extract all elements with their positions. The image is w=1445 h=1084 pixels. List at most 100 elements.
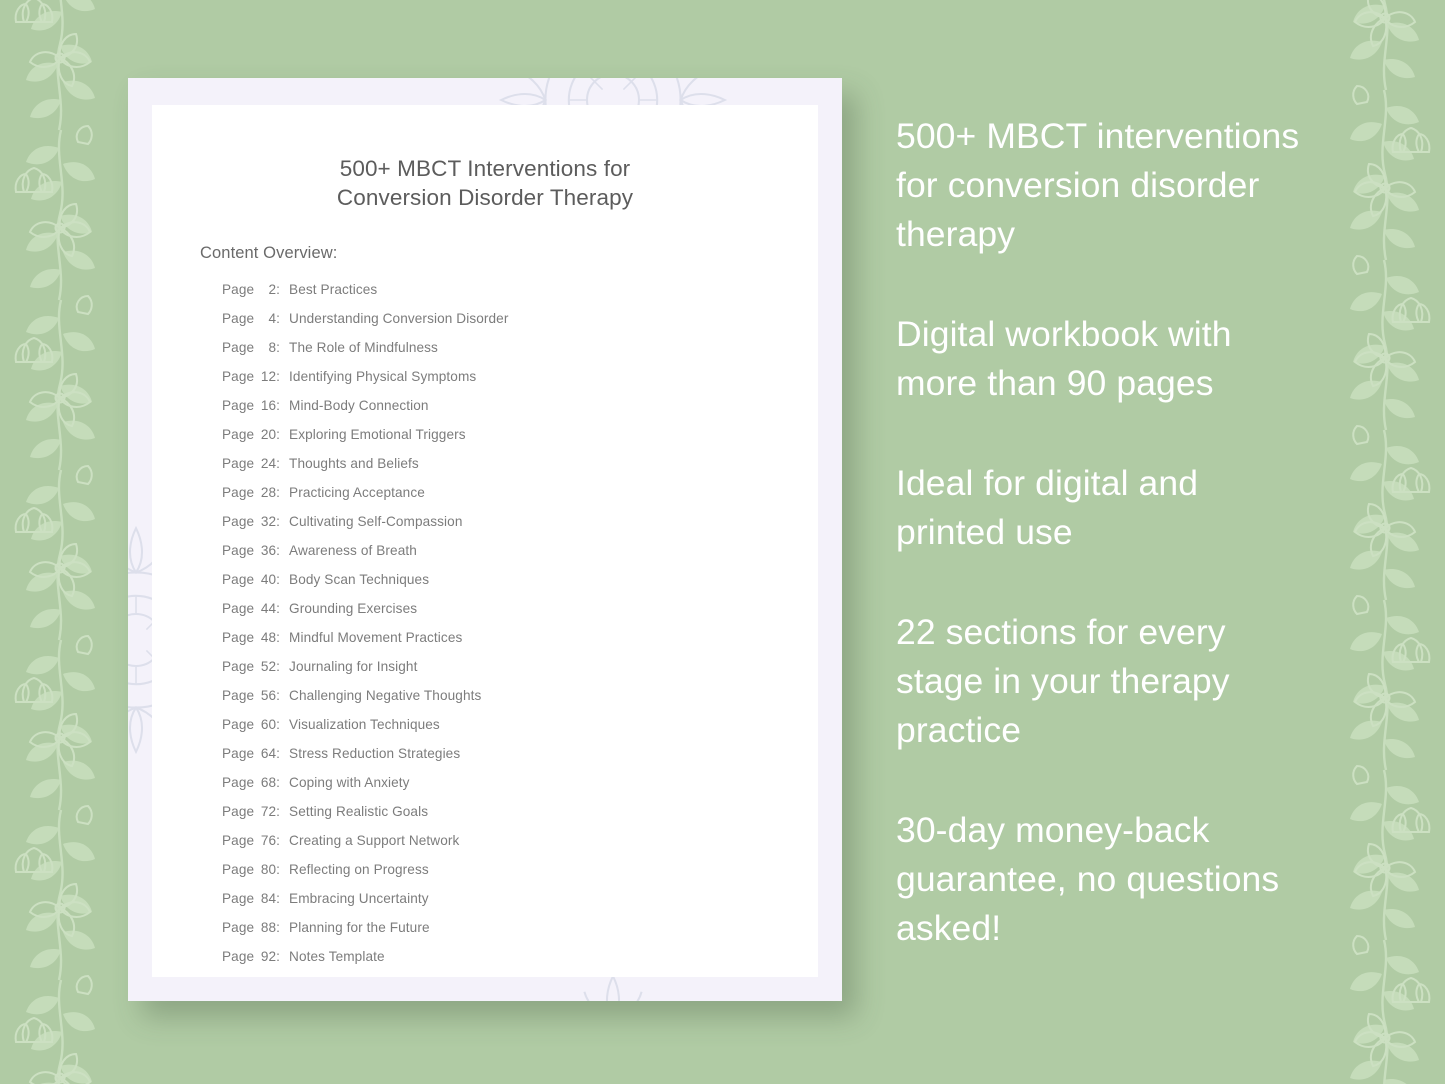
toc-colon: : — [276, 717, 281, 732]
toc-colon: : — [276, 804, 281, 819]
toc-page-number: 36 — [260, 543, 277, 558]
toc-entry: Page 64: Stress Reduction Strategies — [222, 746, 818, 775]
toc-section-title: Journaling for Insight — [289, 659, 418, 674]
toc-section-title: Stress Reduction Strategies — [289, 746, 461, 761]
toc-section-title: The Role of Mindfulness — [289, 340, 438, 355]
toc-entry: Page 32: Cultivating Self-Compassion — [222, 514, 818, 543]
marketing-bullet: 500+ MBCT interventions for conversion d… — [896, 116, 1300, 254]
toc-entry: Page 92: Notes Template — [222, 949, 818, 978]
toc-section-title: Cultivating Self-Compassion — [289, 514, 463, 529]
toc-colon: : — [276, 340, 281, 355]
toc-page-number: 76 — [260, 833, 277, 848]
toc-colon: : — [276, 833, 281, 848]
toc-section-title: Challenging Negative Thoughts — [289, 688, 482, 703]
toc-entry: Page 8: The Role of Mindfulness — [222, 340, 818, 369]
toc-page-word: Page — [222, 572, 255, 587]
toc-colon: : — [276, 746, 281, 761]
marketing-bullet: Digital workbook with more than 90 pages — [896, 314, 1232, 403]
toc-page-number: 72 — [260, 804, 277, 819]
toc-page-word: Page — [222, 688, 255, 703]
toc-page-number: 88 — [260, 920, 277, 935]
poster-canvas: 500+ MBCT Interventions for Conversion D… — [0, 0, 1445, 1084]
marketing-bullet: 30-day money-back guarantee, no question… — [896, 810, 1280, 948]
toc-entry: Page 28: Practicing Acceptance — [222, 485, 818, 514]
toc-page-number: 68 — [260, 775, 277, 790]
toc-page-number: 60 — [260, 717, 277, 732]
toc-section-title: Body Scan Techniques — [289, 572, 430, 587]
toc-section-title: Identifying Physical Symptoms — [289, 369, 477, 384]
page-title: 500+ MBCT Interventions for Conversion D… — [152, 105, 818, 212]
toc-entry: Page 80: Reflecting on Progress — [222, 862, 818, 891]
toc-section-title: Setting Realistic Goals — [289, 804, 429, 819]
toc-page-number: 24 — [260, 456, 277, 471]
toc-page-word: Page — [222, 369, 255, 384]
toc-page-word: Page — [222, 630, 255, 645]
toc-entry: Page 84: Embracing Uncertainty — [222, 891, 818, 920]
toc-page-number: 2 — [268, 282, 277, 297]
toc-colon: : — [276, 949, 281, 964]
toc-colon: : — [276, 485, 281, 500]
toc-entry: Page 48: Mindful Movement Practices — [222, 630, 818, 659]
toc-page-word: Page — [222, 949, 255, 964]
toc-page-number: 32 — [260, 514, 277, 529]
toc-colon: : — [276, 311, 281, 326]
toc-entry: Page 20: Exploring Emotional Triggers — [222, 427, 818, 456]
toc-colon: : — [276, 891, 281, 906]
toc-entry: Page 40: Body Scan Techniques — [222, 572, 818, 601]
toc-page-word: Page — [222, 833, 255, 848]
toc-entry: Page 60: Visualization Techniques — [222, 717, 818, 746]
toc-page-number: 64 — [260, 746, 277, 761]
workbook-page: 500+ MBCT Interventions for Conversion D… — [152, 105, 818, 977]
toc-page-number: 44 — [260, 601, 277, 616]
workbook-preview-card: 500+ MBCT Interventions for Conversion D… — [128, 78, 842, 1001]
toc-section-title: Mindful Movement Practices — [289, 630, 463, 645]
content-overview-label: Content Overview: — [200, 244, 338, 262]
toc-page-number: 48 — [260, 630, 277, 645]
toc-colon: : — [276, 282, 281, 297]
toc-page-number: 20 — [260, 427, 277, 442]
toc-page-word: Page — [222, 311, 255, 326]
page-title-line-2: Conversion Disorder Therapy — [336, 185, 634, 210]
floral-vine-right-decoration — [1348, 0, 1431, 1084]
toc-page-word: Page — [222, 456, 255, 471]
toc-page-number: 52 — [260, 659, 277, 674]
toc-page-word: Page — [222, 659, 255, 674]
toc-section-title: Coping with Anxiety — [289, 775, 410, 790]
toc-colon: : — [276, 456, 281, 471]
toc-page-word: Page — [222, 717, 255, 732]
toc-section-title: Practicing Acceptance — [289, 485, 425, 500]
table-of-contents: Page 2: Best Practices Page 4: Understanding … — [152, 263, 818, 978]
toc-entry: Page 36: Awareness of Breath — [222, 543, 818, 572]
toc-colon: : — [276, 630, 281, 645]
toc-page-word: Page — [222, 398, 255, 413]
toc-page-word: Page — [222, 543, 255, 558]
toc-page-word: Page — [222, 746, 255, 761]
toc-page-number: 28 — [260, 485, 277, 500]
toc-page-number: 12 — [260, 369, 277, 384]
toc-page-word: Page — [222, 340, 255, 355]
toc-section-title: Grounding Exercises — [289, 601, 418, 616]
toc-page-number: 56 — [260, 688, 277, 703]
toc-entry: Page 16: Mind-Body Connection — [222, 398, 818, 427]
toc-page-word: Page — [222, 282, 255, 297]
toc-page-word: Page — [222, 427, 255, 442]
toc-page-word: Page — [222, 804, 255, 819]
toc-section-title: Notes Template — [289, 949, 385, 964]
toc-page-number: 92 — [260, 949, 277, 964]
toc-page-number: 40 — [260, 572, 277, 587]
toc-colon: : — [276, 659, 281, 674]
toc-colon: : — [276, 775, 281, 790]
toc-entry: Page 56: Challenging Negative Thoughts — [222, 688, 818, 717]
toc-entry: Page 12: Identifying Physical Symptoms — [222, 369, 818, 398]
toc-page-word: Page — [222, 920, 255, 935]
page-title-line-1: 500+ MBCT Interventions for — [339, 156, 631, 181]
marketing-bullet: Ideal for digital and printed use — [896, 463, 1199, 552]
toc-section-title: Understanding Conversion Disorder — [289, 311, 509, 326]
toc-page-word: Page — [222, 485, 255, 500]
toc-entry: Page 88: Planning for the Future — [222, 920, 818, 949]
toc-colon: : — [276, 398, 281, 413]
toc-colon: : — [276, 543, 281, 558]
toc-entry: Page 68: Coping with Anxiety — [222, 775, 818, 804]
marketing-copy-column: 500+ MBCT interventions for conversion d… — [896, 112, 1316, 953]
toc-colon: : — [276, 427, 281, 442]
